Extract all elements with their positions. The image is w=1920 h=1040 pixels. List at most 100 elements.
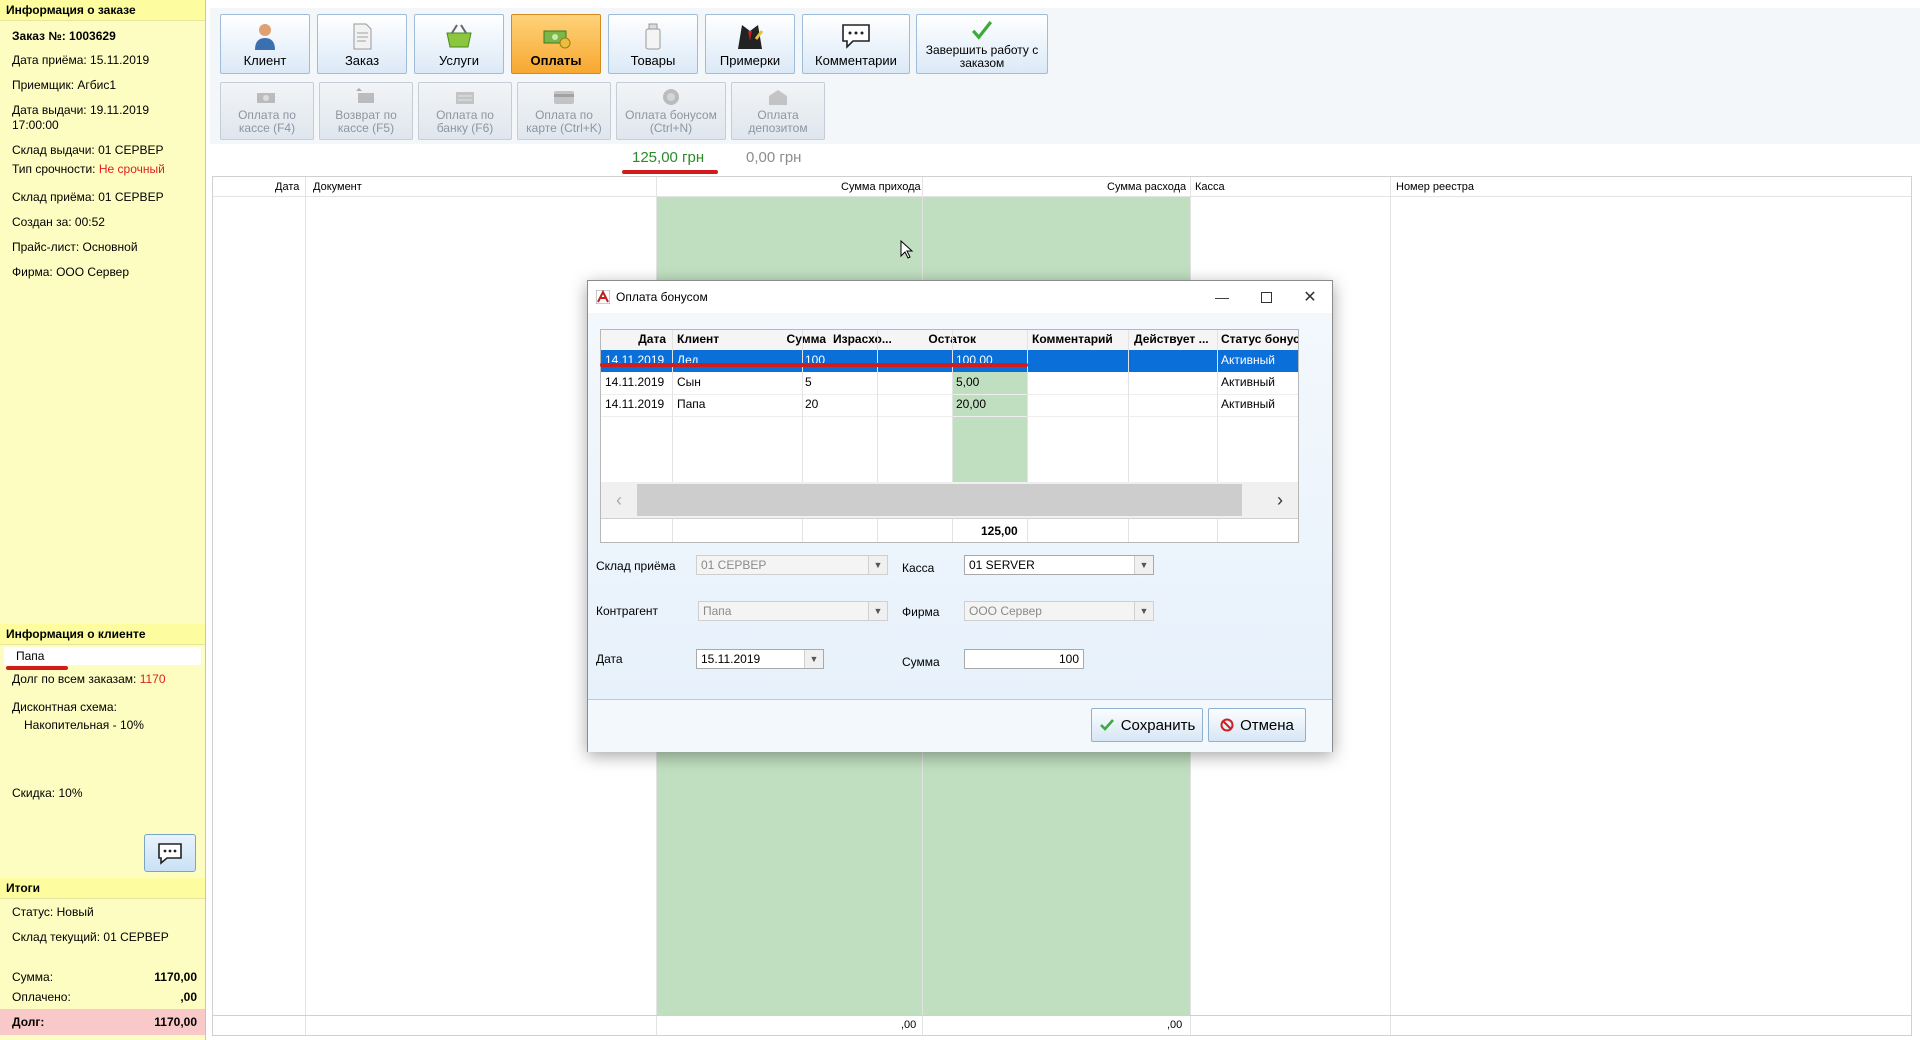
urgency: Тип срочности: Не срочный <box>0 161 205 180</box>
cell-rest: 20,00 <box>956 397 987 411</box>
date-picker[interactable]: 15.11.2019 ▼ <box>696 649 824 669</box>
pay-deposit-button[interactable]: Оплата депозитом <box>731 82 825 140</box>
pay-card-button[interactable]: Оплата по карте (Ctrl+K) <box>517 82 611 140</box>
chat-button[interactable] <box>144 834 196 872</box>
cashbox-value: 01 SERVER <box>969 558 1035 572</box>
chevron-down-icon: ▼ <box>868 556 887 574</box>
pay-cash-label-2: кассе (F4) <box>238 121 296 135</box>
table-row[interactable]: 14.11.2019 Папа 20 20,00 Активный <box>601 394 1298 417</box>
header-expense[interactable]: Сумма расхода <box>1107 181 1186 193</box>
close-icon: ✕ <box>1303 289 1317 306</box>
col-sum[interactable]: Сумма <box>766 332 826 346</box>
total-rest: 125,00 <box>981 524 1018 538</box>
col-date[interactable]: Дата <box>636 332 666 346</box>
left-info-panel: Информация о заказе Заказ №: 1003629 Дат… <box>0 0 206 1040</box>
minimize-button[interactable]: — <box>1200 281 1244 313</box>
maximize-button[interactable] <box>1244 281 1288 313</box>
accept-warehouse-label: Склад приёма <box>596 559 676 573</box>
bonus-amount: 125,00 грн <box>632 149 705 166</box>
pay-bonus-label-2: (Ctrl+N) <box>649 121 693 135</box>
pay-bonus-button[interactable]: Оплата бонусом (Ctrl+N) <box>616 82 726 140</box>
order-info-title: Информация о заказе <box>0 0 205 21</box>
client-name[interactable]: Папа <box>4 647 201 665</box>
col-spent[interactable]: Израсхо... <box>833 332 901 346</box>
comments-button[interactable]: Комментарии <box>802 14 910 74</box>
current-warehouse: Склад текущий: 01 СЕРВЕР <box>12 930 169 944</box>
urgency-value: Не срочный <box>98 162 165 176</box>
firm: Фирма: ООО Сервер <box>12 265 130 279</box>
refund-cash-label-1: Возврат по <box>335 108 397 122</box>
col-valid[interactable]: Действует ... <box>1134 332 1212 346</box>
header-document[interactable]: Документ <box>313 181 362 193</box>
bank-icon <box>456 92 474 104</box>
bonus-amount-underline <box>622 170 718 174</box>
goods-button[interactable]: Товары <box>608 14 698 74</box>
horizontal-scrollbar[interactable]: ‹ › <box>601 482 1298 518</box>
cell-status: Активный <box>1221 353 1275 367</box>
chevron-right-icon: › <box>1277 489 1283 510</box>
accept-date: Дата приёма: 15.11.2019 <box>12 53 150 67</box>
discount-scheme-label: Дисконтная схема: <box>12 700 117 714</box>
services-button[interactable]: Услуги <box>414 14 504 74</box>
save-button-label: Сохранить <box>1120 716 1196 734</box>
totals-sum: Сумма: 1170,00 <box>0 948 205 987</box>
scrollbar-thumb[interactable] <box>637 484 1242 516</box>
pay-bank-label-1: Оплата по <box>436 108 494 122</box>
order-button[interactable]: Заказ <box>317 14 407 74</box>
chevron-down-icon: ▼ <box>868 602 887 620</box>
dialog-titlebar[interactable]: Оплата бонусом — ✕ <box>588 281 1332 313</box>
footer-income: ,00 <box>901 1019 917 1031</box>
issue-warehouse: Склад выдачи: 01 СЕРВЕР <box>12 143 164 157</box>
user-icon <box>255 24 275 50</box>
refund-cash-button[interactable]: Возврат по кассе (F5) <box>319 82 413 140</box>
finish-order-button[interactable]: Завершить работу с заказом <box>916 14 1048 74</box>
cell-status: Активный <box>1221 397 1275 411</box>
pay-cash-label-1: Оплата по <box>238 108 296 122</box>
table-row[interactable]: 14.11.2019 Дед 100 100,00 Активный <box>601 350 1298 372</box>
dialog-title: Оплата бонусом <box>616 290 708 304</box>
contractor-label: Контрагент <box>596 604 659 618</box>
scroll-left-button[interactable]: ‹ <box>601 482 637 518</box>
pay-cash-button[interactable]: Оплата по кассе (F4) <box>220 82 314 140</box>
sum-label: Сумма: <box>12 970 54 984</box>
header-date[interactable]: Дата <box>275 181 299 193</box>
firm-select[interactable]: ООО Сервер ▼ <box>964 601 1154 621</box>
fittings-button[interactable]: Примерки <box>705 14 795 74</box>
cell-rest: 5,00 <box>956 375 980 389</box>
card-icon <box>554 91 574 104</box>
scroll-right-button[interactable]: › <box>1262 482 1298 518</box>
header-income[interactable]: Сумма прихода <box>841 181 921 193</box>
refund-cash-label-2: кассе (F5) <box>337 121 395 135</box>
cell-status: Активный <box>1221 375 1275 389</box>
payments-button[interactable]: Оплаты <box>511 14 601 74</box>
pay-bank-button[interactable]: Оплата по банку (F6) <box>418 82 512 140</box>
maximize-icon <box>1260 291 1272 303</box>
col-client[interactable]: Клиент <box>677 332 719 346</box>
cell-date: 14.11.2019 <box>605 375 665 389</box>
table-row[interactable]: 14.11.2019 Сын 5 5,00 Активный <box>601 372 1298 395</box>
totals-section: Итоги Статус: Новый Склад текущий: 01 СЕ… <box>0 878 205 1035</box>
client-button[interactable]: Клиент <box>220 14 310 74</box>
col-comment[interactable]: Комментарий <box>1032 332 1112 346</box>
cashbox-select[interactable]: 01 SERVER ▼ <box>964 555 1154 575</box>
bonus-grid: Дата Клиент Сумма Израсхо... Остаток Ком… <box>600 329 1299 543</box>
date-value: 15.11.2019 <box>701 652 761 666</box>
paid-value: ,00 <box>180 990 197 1004</box>
col-status[interactable]: Статус бонуса <box>1221 332 1298 346</box>
cancel-button[interactable]: Отмена <box>1208 708 1306 742</box>
contractor-select[interactable]: Папа ▼ <box>698 601 888 621</box>
cashbox-label: Касса <box>902 561 935 575</box>
sum-input[interactable]: 100 <box>964 649 1084 669</box>
col-rest[interactable]: Остаток <box>921 332 976 346</box>
header-cashbox[interactable]: Касса <box>1195 181 1225 193</box>
debt-value: 1170,00 <box>154 1015 197 1029</box>
close-button[interactable]: ✕ <box>1288 281 1332 313</box>
client-button-label: Клиент <box>243 53 287 68</box>
accept-warehouse-select[interactable]: 01 СЕРВЕР ▼ <box>696 555 888 575</box>
contractor-value: Папа <box>703 604 732 618</box>
discount-scheme-value: Накопительная - 10% <box>24 718 144 732</box>
header-registry[interactable]: Номер реестра <box>1396 181 1474 193</box>
save-button[interactable]: Сохранить <box>1091 708 1203 742</box>
refund-icon <box>356 88 374 103</box>
bonus-icon <box>663 89 679 105</box>
